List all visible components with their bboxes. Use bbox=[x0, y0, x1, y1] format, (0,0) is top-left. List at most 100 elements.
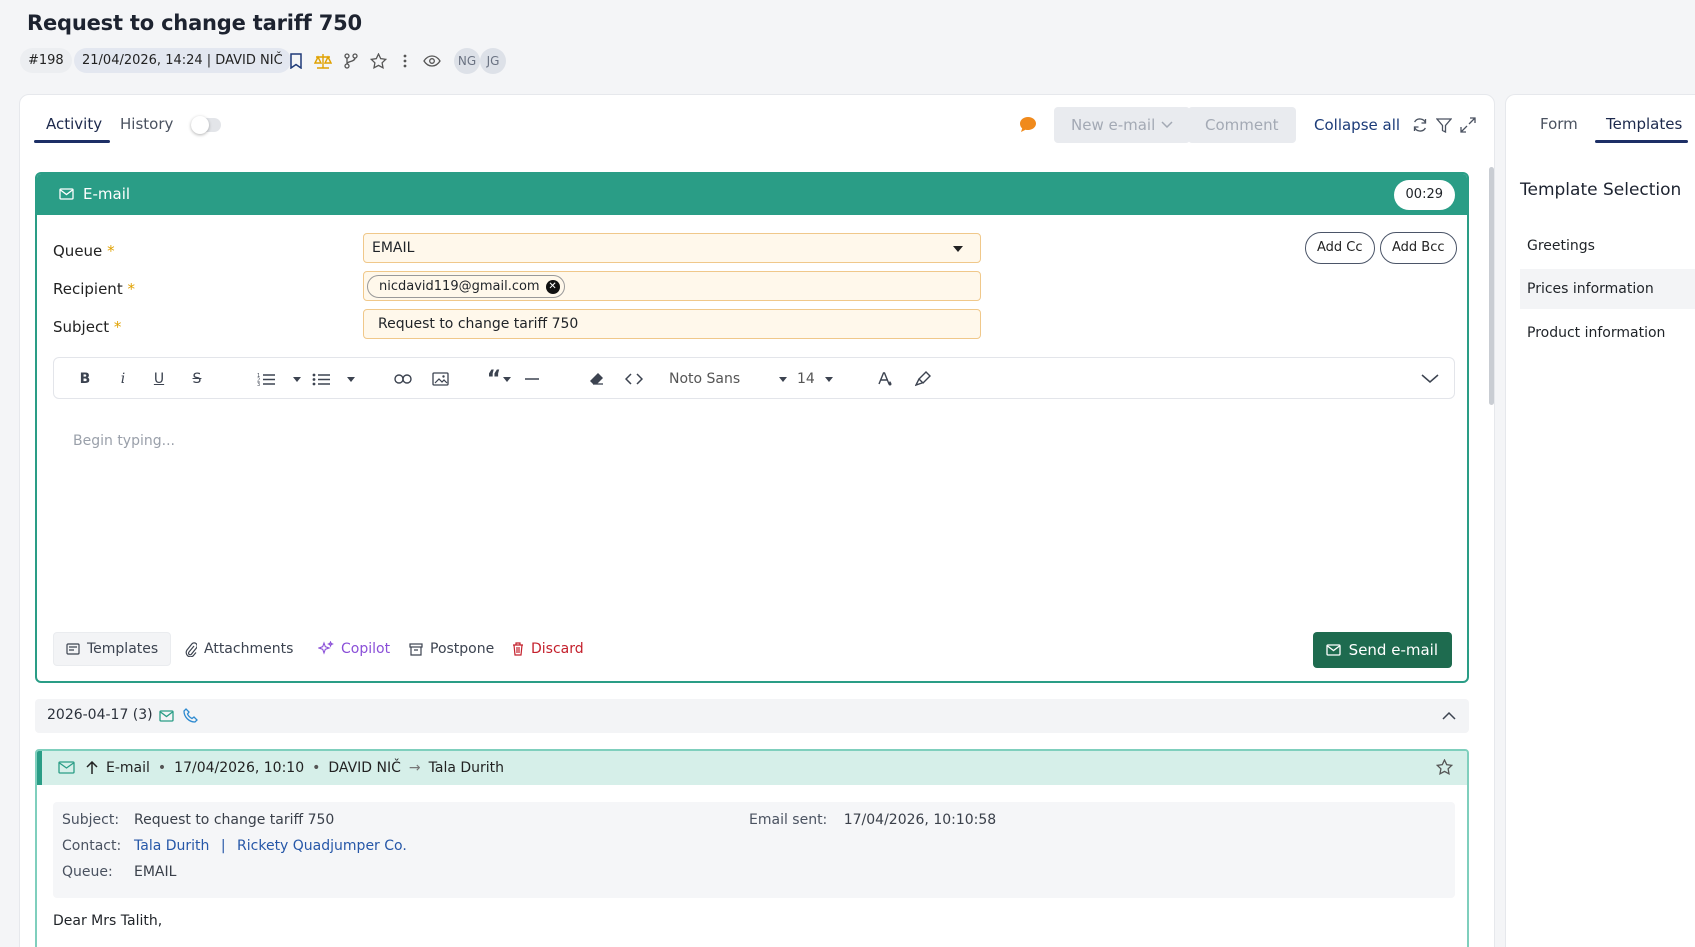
subject-row: Subject: Request to change tariff 750 bbox=[62, 812, 335, 828]
template-item[interactable]: Greetings bbox=[1520, 226, 1695, 266]
templates-button[interactable]: Templates bbox=[53, 632, 172, 666]
chevron-up-icon[interactable] bbox=[1442, 711, 1456, 720]
ticket-id-badge: #198 bbox=[20, 48, 72, 73]
discard-label: Discard bbox=[531, 641, 584, 657]
sparkle-icon bbox=[318, 641, 334, 655]
entry-meta: E-mail • 17/04/2026, 10:10 • DAVID NIČ →… bbox=[106, 760, 505, 776]
tab-templates[interactable]: Templates bbox=[1606, 115, 1682, 133]
contact-person-link[interactable]: Tala Durith bbox=[134, 838, 209, 854]
add-bcc-button[interactable]: Add Bcc bbox=[1380, 232, 1457, 264]
timeline-email-entry: E-mail • 17/04/2026, 10:10 • DAVID NIČ →… bbox=[35, 749, 1469, 947]
italic-icon[interactable]: i bbox=[114, 368, 132, 390]
bullet-list-caret-icon[interactable] bbox=[346, 368, 356, 390]
eraser-icon[interactable] bbox=[587, 368, 605, 390]
subject-label: Subject * bbox=[53, 318, 122, 336]
recipient-label: Recipient * bbox=[53, 280, 135, 298]
attachments-button[interactable]: Attachments bbox=[173, 632, 305, 666]
highlighter-icon[interactable] bbox=[914, 368, 932, 390]
entry-header[interactable]: E-mail • 17/04/2026, 10:10 • DAVID NIČ →… bbox=[37, 751, 1467, 785]
contact-company-link[interactable]: Rickety Quadjumper Co. bbox=[237, 838, 407, 854]
font-caret-icon bbox=[779, 376, 787, 382]
rich-text-toolbar: B i U S 123 “ Noto Sans 14 bbox=[53, 357, 1455, 399]
composer-header: E-mail 00:29 bbox=[37, 174, 1467, 215]
ordered-list-caret-icon[interactable] bbox=[292, 368, 302, 390]
side-panel bbox=[1505, 94, 1695, 947]
email-sent-value: 17/04/2026, 10:10:58 bbox=[843, 812, 997, 828]
horizontal-rule-icon[interactable] bbox=[524, 368, 540, 390]
eye-icon[interactable] bbox=[422, 51, 442, 71]
queue-label: Queue * bbox=[53, 242, 115, 260]
bullet-list-icon[interactable] bbox=[311, 368, 331, 390]
quote-caret-icon[interactable] bbox=[502, 368, 512, 390]
copilot-button[interactable]: Copilot bbox=[306, 632, 402, 666]
recipient-field[interactable]: nicdavid119@gmail.com ✕ bbox=[363, 271, 981, 301]
avatar[interactable]: JG bbox=[480, 48, 506, 74]
collapse-all-button[interactable]: Collapse all bbox=[1314, 116, 1400, 134]
size-caret-icon bbox=[825, 376, 833, 382]
underline-icon[interactable]: U bbox=[150, 368, 168, 390]
toolbar-collapse-icon[interactable] bbox=[1420, 368, 1440, 390]
paperclip-icon bbox=[185, 641, 197, 657]
tab-activity[interactable]: Activity bbox=[46, 115, 102, 133]
new-email-label: New e-mail bbox=[1071, 116, 1156, 134]
bookmark-icon[interactable] bbox=[286, 51, 306, 71]
font-size-select[interactable]: 14 bbox=[797, 368, 833, 390]
queue-select[interactable]: EMAIL bbox=[363, 233, 981, 263]
entry-from: DAVID NIČ bbox=[328, 760, 401, 776]
outgoing-arrow-icon bbox=[86, 761, 98, 775]
star-icon[interactable] bbox=[1436, 759, 1453, 775]
entry-type: E-mail bbox=[106, 760, 150, 776]
timer-badge: 00:29 bbox=[1393, 180, 1455, 210]
send-email-label: Send e-mail bbox=[1348, 641, 1438, 659]
remove-chip-icon[interactable]: ✕ bbox=[545, 279, 560, 294]
archive-icon bbox=[409, 642, 423, 656]
email-sent-row: Email sent: 17/04/2026, 10:10:58 bbox=[749, 812, 997, 828]
tab-form[interactable]: Form bbox=[1540, 115, 1578, 133]
envelope-icon bbox=[59, 188, 74, 200]
send-email-button[interactable]: Send e-mail bbox=[1312, 632, 1452, 668]
recipient-chip: nicdavid119@gmail.com ✕ bbox=[367, 275, 565, 298]
arrow-right-icon: → bbox=[408, 760, 421, 776]
page-title: Request to change tariff 750 bbox=[27, 11, 362, 35]
more-vertical-icon[interactable] bbox=[395, 51, 415, 71]
template-item[interactable]: Prices information bbox=[1520, 269, 1695, 309]
scrollbar[interactable] bbox=[1489, 167, 1494, 405]
text-color-icon[interactable] bbox=[876, 368, 894, 390]
code-icon[interactable] bbox=[624, 368, 644, 390]
composer-title: E-mail bbox=[83, 185, 131, 203]
image-icon[interactable] bbox=[430, 368, 450, 390]
created-info-badge: 21/04/2026, 14:24 | DAVID NIČ bbox=[74, 48, 291, 73]
postpone-button[interactable]: Postpone bbox=[397, 632, 506, 666]
link-icon[interactable] bbox=[393, 368, 413, 390]
tab-history[interactable]: History bbox=[120, 115, 173, 133]
quote-icon[interactable]: “ bbox=[484, 367, 504, 392]
ordered-list-icon[interactable]: 123 bbox=[256, 368, 276, 390]
star-icon[interactable] bbox=[368, 51, 388, 71]
trash-icon bbox=[513, 642, 523, 656]
day-group-header[interactable]: 2026-04-17 (3) bbox=[35, 699, 1469, 733]
comment-button[interactable]: Comment bbox=[1188, 107, 1296, 143]
history-toggle[interactable] bbox=[191, 116, 221, 134]
bold-icon[interactable]: B bbox=[76, 368, 94, 390]
expand-icon[interactable] bbox=[1460, 117, 1476, 133]
branch-icon[interactable] bbox=[341, 51, 361, 71]
chat-bubble-icon[interactable] bbox=[1019, 116, 1037, 133]
add-cc-button[interactable]: Add Cc bbox=[1305, 232, 1375, 264]
font-family-select[interactable]: Noto Sans bbox=[669, 368, 787, 390]
template-selection-title: Template Selection bbox=[1520, 180, 1682, 200]
copilot-label: Copilot bbox=[341, 641, 391, 657]
active-tab-indicator bbox=[34, 140, 110, 143]
avatar[interactable]: NG bbox=[454, 48, 480, 74]
email-body-editor[interactable]: Begin typing... bbox=[73, 433, 175, 449]
refresh-icon[interactable] bbox=[1412, 117, 1428, 133]
subject-field[interactable]: Request to change tariff 750 bbox=[363, 309, 981, 339]
entry-datetime: 17/04/2026, 10:10 bbox=[174, 760, 305, 776]
scales-icon[interactable] bbox=[313, 51, 333, 71]
discard-button[interactable]: Discard bbox=[500, 632, 596, 666]
filter-icon[interactable] bbox=[1436, 118, 1452, 133]
email-details: Subject: Request to change tariff 750 Em… bbox=[53, 802, 1455, 898]
template-item[interactable]: Product information bbox=[1520, 313, 1695, 353]
strikethrough-icon[interactable]: S bbox=[188, 368, 206, 390]
new-email-button[interactable]: New e-mail bbox=[1054, 107, 1191, 143]
queue-value: EMAIL bbox=[372, 240, 415, 256]
